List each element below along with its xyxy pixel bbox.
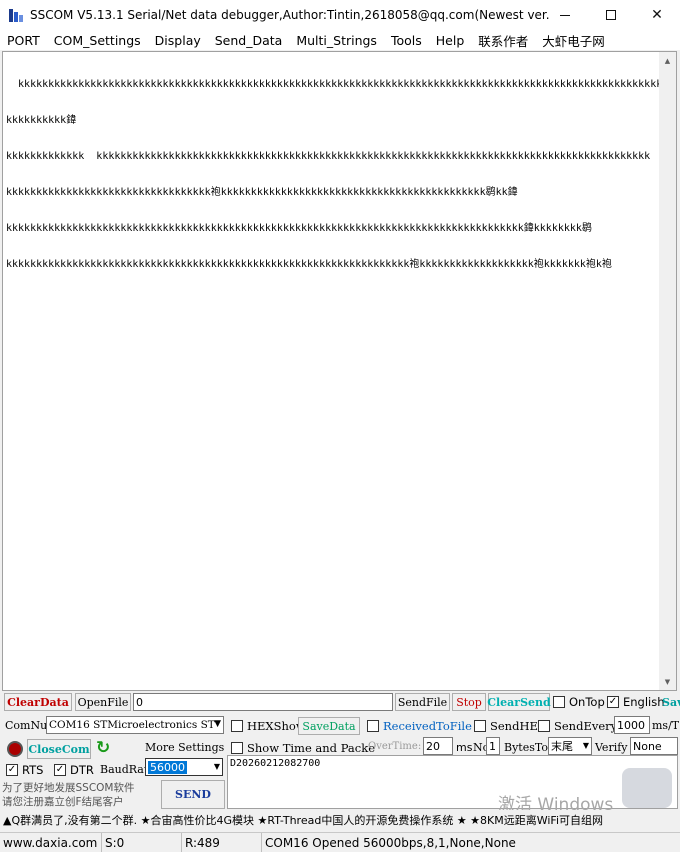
menu-display[interactable]: Display — [148, 33, 208, 48]
chevron-down-icon: ▼ — [214, 719, 221, 729]
more-settings-button[interactable]: More Settings — [145, 741, 224, 754]
stop-button[interactable]: Stop — [452, 693, 486, 711]
receive-line: kkkkkkkkkkkkkkkkkkkkkkkkkkkkkkkkkkkkkkkk… — [6, 259, 612, 270]
close-icon: ✕ — [651, 7, 663, 23]
menu-send-data[interactable]: Send_Data — [208, 33, 290, 48]
status-sent-count: S:0 — [102, 833, 182, 852]
rts-checkbox[interactable]: ✓ RTS — [6, 763, 43, 777]
app-icon — [8, 7, 24, 23]
baudrate-label: BaudRat — [100, 763, 149, 776]
overtime-label: OverTime: — [368, 741, 422, 752]
send-every-unit: ms/T — [652, 719, 680, 732]
menu-multi-strings[interactable]: Multi_Strings — [289, 33, 384, 48]
bytes-to-label: BytesTo — [504, 741, 548, 754]
status-received-count: R:489 — [182, 833, 262, 852]
status-bar: www.daxia.com S:0 R:489 COM16 Opened 560… — [0, 832, 680, 852]
english-checkbox[interactable]: ✓ English — [607, 695, 665, 709]
menu-daxia[interactable]: 大虾电子网 — [535, 31, 612, 50]
close-com-button[interactable]: CloseCom — [27, 739, 91, 759]
scroll-down-icon[interactable]: ▼ — [659, 673, 676, 690]
status-port-state: COM16 Opened 56000bps,8,1,None,None — [265, 835, 516, 850]
save-config-button[interactable]: Sav — [662, 696, 680, 709]
window-title: SSCOM V5.13.1 Serial/Net data debugger,A… — [30, 8, 550, 22]
file-path-input[interactable]: 0 — [133, 693, 393, 711]
overtime-input[interactable]: 20 — [423, 737, 453, 755]
refresh-icon[interactable]: ↻ — [96, 738, 110, 758]
maximize-button[interactable] — [588, 0, 634, 30]
chevron-down-icon: ▼ — [582, 741, 589, 750]
title-bar: SSCOM V5.13.1 Serial/Net data debugger,A… — [0, 0, 680, 30]
check-icon: ✓ — [6, 764, 18, 776]
maximize-icon — [606, 10, 616, 20]
check-icon: ✓ — [54, 764, 66, 776]
save-data-button[interactable]: SaveData — [298, 717, 360, 735]
receive-line: kkkkkkkkkk鍏 — [6, 115, 77, 126]
news-ticker[interactable]: ▲Q群满员了,没有第二个群. ★合宙高性价比4G模块 ★RT-Thread中国人… — [0, 810, 680, 830]
minimize-button[interactable] — [542, 0, 588, 30]
overtime-unit: ms — [456, 741, 473, 754]
open-file-button[interactable]: OpenFile — [75, 693, 131, 711]
menu-com-settings[interactable]: COM_Settings — [47, 33, 148, 48]
clear-send-button[interactable]: ClearSend — [487, 693, 551, 711]
ad-text[interactable]: 为了更好地发展SSCOM软件 请您注册嘉立创F结尾客户 — [2, 781, 158, 809]
port-status-icon — [7, 741, 23, 757]
received-to-file-checkbox[interactable]: ReceivedToFile — [367, 719, 472, 733]
receive-area[interactable]: kkkkkkkkkkkkkkkkkkkkkkkkkkkkkkkkkkkkkkkk… — [2, 51, 677, 691]
send-every-checkbox[interactable]: SendEvery: — [538, 719, 621, 733]
receive-line: kkkkkkkkkkkkkkkkkkkkkkkkkkkkkkkkkkkkkkkk… — [6, 223, 592, 234]
receive-line: kkkkkkkkkkkkk kkkkkkkkkkkkkkkkkkkkkkkkkk… — [6, 151, 651, 162]
chevron-down-icon: ▼ — [213, 762, 220, 771]
close-button[interactable]: ✕ — [634, 0, 680, 30]
receive-line: kkkkkkkkkkkkkkkkkkkkkkkkkkkkkkkkkk袍kkkkk… — [6, 187, 518, 198]
receive-line: kkkkkkkkkkkkkkkkkkkkkkkkkkkkkkkkkkkkkkkk… — [6, 79, 661, 90]
minimize-icon — [560, 14, 570, 16]
scroll-up-icon[interactable]: ▲ — [659, 52, 676, 69]
clear-data-button[interactable]: ClearData — [4, 693, 72, 711]
ontop-checkbox[interactable]: OnTop — [553, 695, 605, 709]
show-time-checkbox[interactable]: Show Time and Packe — [231, 741, 375, 755]
menu-contact-author[interactable]: 联系作者 — [471, 31, 535, 50]
ad-line: 请您注册嘉立创F结尾客户 — [2, 796, 124, 808]
menu-tools[interactable]: Tools — [384, 33, 429, 48]
baudrate-select[interactable]: 56000 ▼ — [145, 758, 223, 776]
menu-port[interactable]: PORT — [0, 33, 47, 48]
menu-help[interactable]: Help — [429, 33, 472, 48]
status-site[interactable]: www.daxia.com — [0, 833, 102, 852]
no-input[interactable]: 1 — [486, 737, 500, 755]
menu-bar: PORT COM_Settings Display Send_Data Mult… — [0, 30, 680, 50]
bytes-to-select[interactable]: 末尾 ▼ — [548, 737, 592, 755]
send-hex-checkbox[interactable]: SendHEX — [474, 719, 546, 733]
forum-logo — [622, 768, 672, 808]
verify-label: Verify — [595, 741, 628, 754]
check-icon: ✓ — [607, 696, 619, 708]
ad-line: 为了更好地发展SSCOM软件 — [2, 782, 135, 794]
send-button[interactable]: SEND — [161, 780, 225, 809]
hexshow-checkbox[interactable]: HEXShow — [231, 719, 306, 733]
send-every-input[interactable]: 1000 — [614, 716, 650, 734]
comnum-select[interactable]: COM16 STMicroelectronics ST ▼ — [46, 716, 224, 734]
dtr-checkbox[interactable]: ✓ DTR — [54, 763, 94, 777]
receive-text: kkkkkkkkkkkkkkkkkkkkkkkkkkkkkkkkkkkkkkkk… — [6, 55, 661, 295]
send-file-button[interactable]: SendFile — [395, 693, 450, 711]
verify-select[interactable]: None — [630, 737, 678, 755]
vertical-scrollbar[interactable]: ▲ ▼ — [659, 52, 676, 690]
